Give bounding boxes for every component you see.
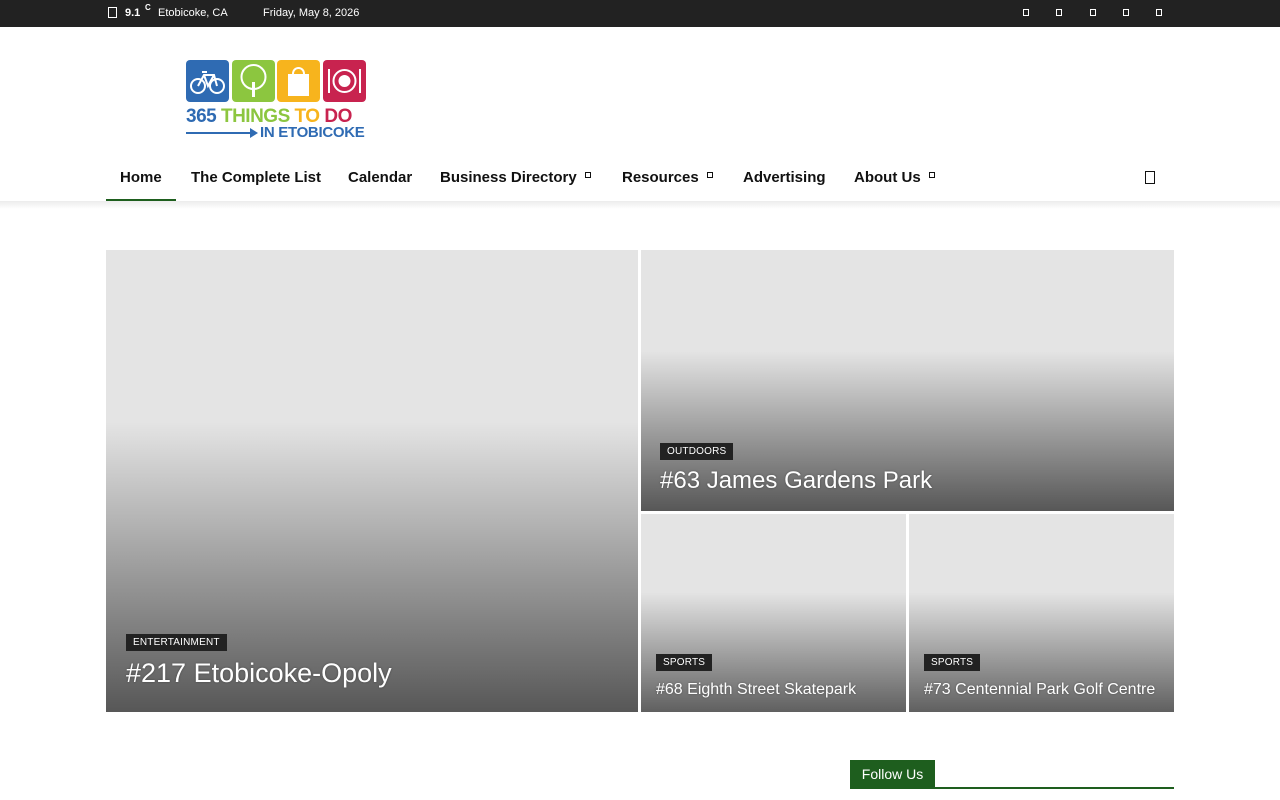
dining-plate-icon xyxy=(323,60,366,102)
weather-icon xyxy=(108,7,117,18)
featured-post-wide[interactable]: OUTDOORS #63 James Gardens Park xyxy=(641,250,1174,511)
facebook-icon[interactable] xyxy=(1023,9,1029,16)
category-badge[interactable]: ENTERTAINMENT xyxy=(126,634,227,651)
post-title[interactable]: #217 Etobicoke-Opoly xyxy=(126,658,392,689)
top-bar: 9.1 C Etobicoke, CA Friday, May 8, 2026 xyxy=(0,0,1280,27)
current-date: Friday, May 8, 2026 xyxy=(263,7,360,19)
nav-resources[interactable]: Resources xyxy=(622,169,713,186)
chevron-down-icon xyxy=(584,172,591,179)
chevron-down-icon xyxy=(928,172,935,179)
featured-post-large[interactable]: ENTERTAINMENT #217 Etobicoke-Opoly xyxy=(106,250,638,712)
instagram-icon[interactable] xyxy=(1056,9,1062,16)
category-badge[interactable]: SPORTS xyxy=(924,654,981,671)
temperature-unit: C xyxy=(145,3,151,12)
category-badge[interactable]: OUTDOORS xyxy=(660,443,734,460)
nav-about-us[interactable]: About Us xyxy=(854,169,935,186)
main-navigation: Home The Complete List Calendar Business… xyxy=(0,152,1280,202)
chevron-down-icon xyxy=(706,172,713,179)
post-title[interactable]: #63 James Gardens Park xyxy=(660,467,932,495)
featured-post-small[interactable]: SPORTS #73 Centennial Park Golf Centre xyxy=(909,514,1174,712)
temperature: 9.1 xyxy=(125,7,141,19)
logo-arrow-head xyxy=(250,128,258,138)
logo-subtitle: IN ETOBICOKE xyxy=(260,124,365,141)
search-icon[interactable] xyxy=(1145,171,1155,184)
rss-icon[interactable] xyxy=(1156,9,1162,16)
shopping-bag-icon xyxy=(277,60,320,102)
twitter-icon[interactable] xyxy=(1090,9,1096,16)
logo-arrow xyxy=(186,132,252,134)
site-logo[interactable]: 365 THINGS TO DO IN ETOBICOKE xyxy=(186,60,366,142)
category-badge[interactable]: SPORTS xyxy=(656,654,713,671)
featured-post-small[interactable]: SPORTS #68 Eighth Street Skatepark xyxy=(641,514,906,712)
post-title[interactable]: #73 Centennial Park Golf Centre xyxy=(924,681,1155,699)
youtube-icon[interactable] xyxy=(1123,9,1129,16)
nav-home[interactable]: Home xyxy=(120,169,162,186)
bicycle-icon xyxy=(186,60,229,102)
location: Etobicoke, CA xyxy=(158,7,228,19)
nav-shadow xyxy=(0,201,1280,209)
nav-advertising[interactable]: Advertising xyxy=(743,169,826,186)
nav-complete-list[interactable]: The Complete List xyxy=(191,169,321,186)
post-title[interactable]: #68 Eighth Street Skatepark xyxy=(656,681,856,699)
nav-calendar[interactable]: Calendar xyxy=(348,169,412,186)
nav-business-directory[interactable]: Business Directory xyxy=(440,169,591,186)
follow-us-heading: Follow Us xyxy=(850,760,935,789)
tree-icon xyxy=(232,60,275,102)
